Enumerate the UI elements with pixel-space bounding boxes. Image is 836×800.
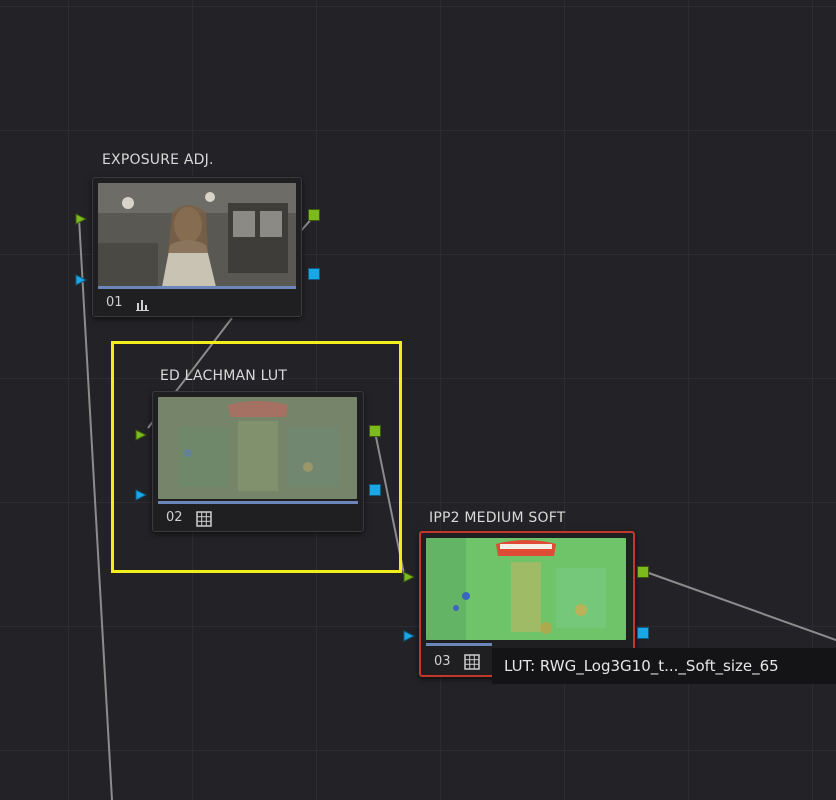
node-02-rgb-output-port[interactable] (369, 425, 381, 437)
node-02-number: 02 (166, 510, 183, 525)
lut-grid-icon (464, 654, 480, 674)
bar-chart-icon (136, 297, 150, 316)
node-01-rgb-input-port[interactable] (75, 210, 88, 229)
node-02-alpha-output-port[interactable] (369, 484, 381, 496)
node-02-progress (158, 501, 358, 504)
node-03-alpha-input-port[interactable] (403, 627, 416, 646)
node-01-alpha-output-port[interactable] (308, 268, 320, 280)
node-02-label: ED LACHMAN LUT (160, 368, 288, 384)
node-01-label: EXPOSURE ADJ. (102, 152, 214, 168)
node-03-rgb-output-port[interactable] (637, 566, 649, 578)
node-01-alpha-input-port[interactable] (75, 271, 88, 290)
node-01-rgb-output-port[interactable] (308, 209, 320, 221)
node-01-number: 01 (106, 295, 123, 310)
lut-tooltip: LUT: RWG_Log3G10_t..._Soft_size_65 (492, 648, 836, 684)
node-02-thumbnail (158, 397, 357, 499)
node-03-thumbnail (426, 538, 626, 640)
node-03-progress (426, 643, 492, 646)
node-01-progress (98, 286, 296, 289)
node-03-rgb-input-port[interactable] (403, 568, 416, 587)
lut-grid-icon (196, 511, 212, 531)
node-03-alpha-output-port[interactable] (637, 627, 649, 639)
node-03-number: 03 (434, 654, 451, 669)
node-02-rgb-input-port[interactable] (135, 426, 148, 445)
node-03-label: IPP2 MEDIUM SOFT (429, 510, 566, 526)
node-02-alpha-input-port[interactable] (135, 486, 148, 505)
wire-03-to-output (645, 571, 836, 641)
node-02[interactable]: 02 (152, 391, 364, 532)
node-01-thumbnail (98, 183, 296, 287)
node-01[interactable]: 01 (92, 177, 302, 317)
